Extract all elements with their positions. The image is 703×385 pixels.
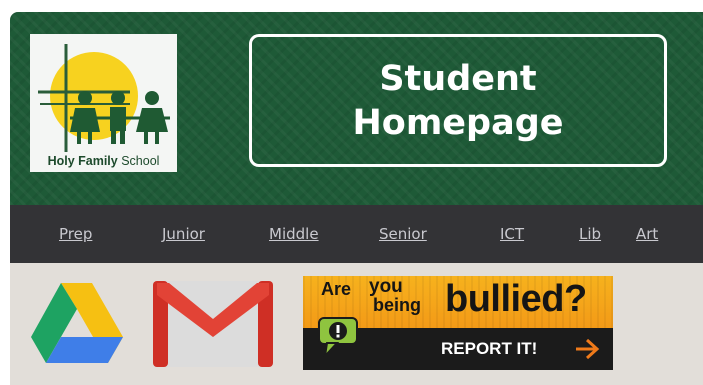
page-title: Student Homepage (352, 57, 563, 145)
gmail-icon (153, 281, 273, 367)
school-name: Holy Family School (47, 154, 160, 168)
banner-text-bullied: bullied? (445, 278, 587, 320)
banner-text-are: Are (321, 279, 352, 299)
site-header: Holy Family School Student Homepage (10, 12, 703, 205)
nav-link-art[interactable]: Art (636, 225, 658, 243)
nav-link-prep[interactable]: Prep (59, 225, 92, 243)
nav-link-lib[interactable]: Lib (579, 225, 601, 243)
page-title-line-2: Homepage (352, 102, 564, 143)
shortcut-row: Are you being bullied? REPORT IT! (10, 263, 703, 385)
alert-bubble-icon (318, 317, 358, 358)
main-nav: Prep Junior Middle Senior ICT Lib Art (10, 205, 703, 263)
page-title-line-1: Student (379, 58, 537, 99)
nav-link-ict[interactable]: ICT (500, 225, 524, 243)
page-frame: Holy Family School Student Homepage Prep… (10, 12, 703, 385)
nav-link-senior[interactable]: Senior (379, 225, 427, 243)
banner-report-text: REPORT IT! (441, 339, 538, 358)
logo-emblem-icon (38, 44, 170, 152)
arrow-right-icon (576, 338, 600, 360)
page-title-box: Student Homepage (249, 34, 667, 167)
nav-link-junior[interactable]: Junior (162, 225, 205, 243)
report-bullying-banner[interactable]: Are you being bullied? REPORT IT! (303, 276, 613, 370)
school-logo[interactable]: Holy Family School (30, 34, 177, 172)
banner-text-being: being (373, 295, 421, 315)
gmail-link[interactable] (151, 277, 275, 373)
google-drive-icon (31, 283, 123, 363)
google-drive-link[interactable] (30, 281, 124, 369)
nav-link-middle[interactable]: Middle (269, 225, 319, 243)
